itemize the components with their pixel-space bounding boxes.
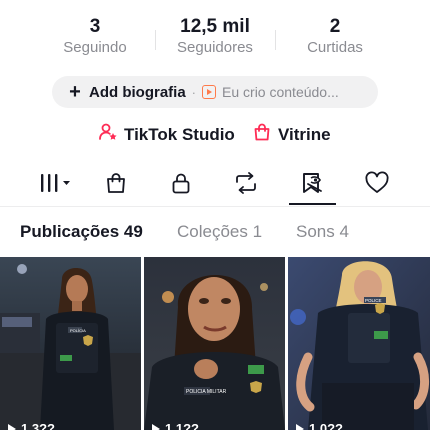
likes-count: 2 bbox=[329, 16, 341, 37]
tab-grid-menu[interactable] bbox=[36, 166, 76, 204]
likes-label: Curtidas bbox=[307, 39, 363, 56]
tiktok-studio-link[interactable]: TikTok Studio bbox=[98, 122, 235, 147]
divider bbox=[0, 206, 430, 207]
add-bio-label: Add biografia bbox=[89, 83, 186, 101]
grid-menu-icon bbox=[38, 172, 74, 199]
views-count: 1.0?? bbox=[309, 421, 343, 430]
content-sections: Publicações 49 Coleções 1 Sons 4 bbox=[0, 222, 430, 246]
tab-shop[interactable] bbox=[96, 166, 136, 204]
plus-icon: + bbox=[69, 81, 81, 103]
lock-icon bbox=[169, 171, 193, 200]
section-sounds[interactable]: Sons 4 bbox=[296, 222, 349, 242]
stats-divider bbox=[275, 30, 276, 50]
video-thumbnail[interactable]: POLÍCIA 1.3?? bbox=[0, 257, 141, 430]
video-play-icon bbox=[202, 85, 217, 99]
following-stat[interactable]: 3 Seguindo bbox=[40, 16, 150, 58]
profile-links: TikTok Studio Vitrine bbox=[0, 122, 430, 148]
vitrine-label: Vitrine bbox=[278, 124, 331, 144]
tab-private[interactable] bbox=[161, 166, 201, 204]
video-thumbnail[interactable]: POLICIA MILITAR 1.1?? bbox=[144, 257, 285, 430]
tiktok-studio-label: TikTok Studio bbox=[124, 124, 235, 144]
following-count: 3 bbox=[89, 16, 101, 37]
patch-text: POLÍCIA bbox=[70, 328, 86, 333]
add-bio-button[interactable]: + Add biografia · Eu crio conteúdo... bbox=[52, 76, 378, 108]
tab-liked[interactable] bbox=[357, 166, 397, 204]
heart-icon bbox=[364, 170, 390, 200]
shopping-bag-icon bbox=[252, 122, 272, 147]
video-views: 1.3?? bbox=[8, 421, 55, 430]
saved-icon bbox=[299, 170, 325, 201]
play-icon bbox=[296, 423, 304, 430]
active-tab-indicator bbox=[289, 203, 336, 205]
video-thumbnail[interactable]: POLICE 1.0?? bbox=[288, 257, 430, 430]
patch-text: POLICIA MILITAR bbox=[186, 389, 227, 395]
video-views: 1.1?? bbox=[152, 421, 199, 430]
creator-text: Eu crio conteúdo... bbox=[222, 84, 339, 100]
play-icon bbox=[152, 423, 160, 430]
followers-label: Seguidores bbox=[177, 39, 253, 56]
bio-separator: · bbox=[191, 84, 197, 100]
profile-stats: 3 Seguindo 12,5 mil Seguidores 2 Curtida… bbox=[0, 16, 430, 64]
section-collections[interactable]: Coleções 1 bbox=[177, 222, 262, 242]
views-count: 1.1?? bbox=[165, 421, 199, 430]
profile-tabs bbox=[0, 166, 430, 206]
following-label: Seguindo bbox=[63, 39, 127, 56]
shopping-bag-icon bbox=[104, 171, 128, 200]
vitrine-link[interactable]: Vitrine bbox=[252, 122, 331, 147]
video-grid: POLÍCIA 1.3?? POLICIA MILITAR 1.1?? POLI… bbox=[0, 257, 430, 430]
tab-reposts[interactable] bbox=[226, 166, 266, 204]
person-star-icon bbox=[98, 122, 118, 147]
stats-divider bbox=[155, 30, 156, 50]
views-count: 1.3?? bbox=[21, 421, 55, 430]
likes-stat[interactable]: 2 Curtidas bbox=[280, 16, 390, 58]
repost-icon bbox=[233, 171, 259, 200]
followers-stat[interactable]: 12,5 mil Seguidores bbox=[160, 16, 270, 58]
section-publications[interactable]: Publicações 49 bbox=[20, 222, 143, 242]
play-icon bbox=[8, 423, 16, 430]
video-views: 1.0?? bbox=[296, 421, 343, 430]
tab-saved[interactable] bbox=[292, 166, 332, 204]
followers-count: 12,5 mil bbox=[180, 16, 250, 37]
patch-text: POLICE bbox=[365, 298, 382, 303]
